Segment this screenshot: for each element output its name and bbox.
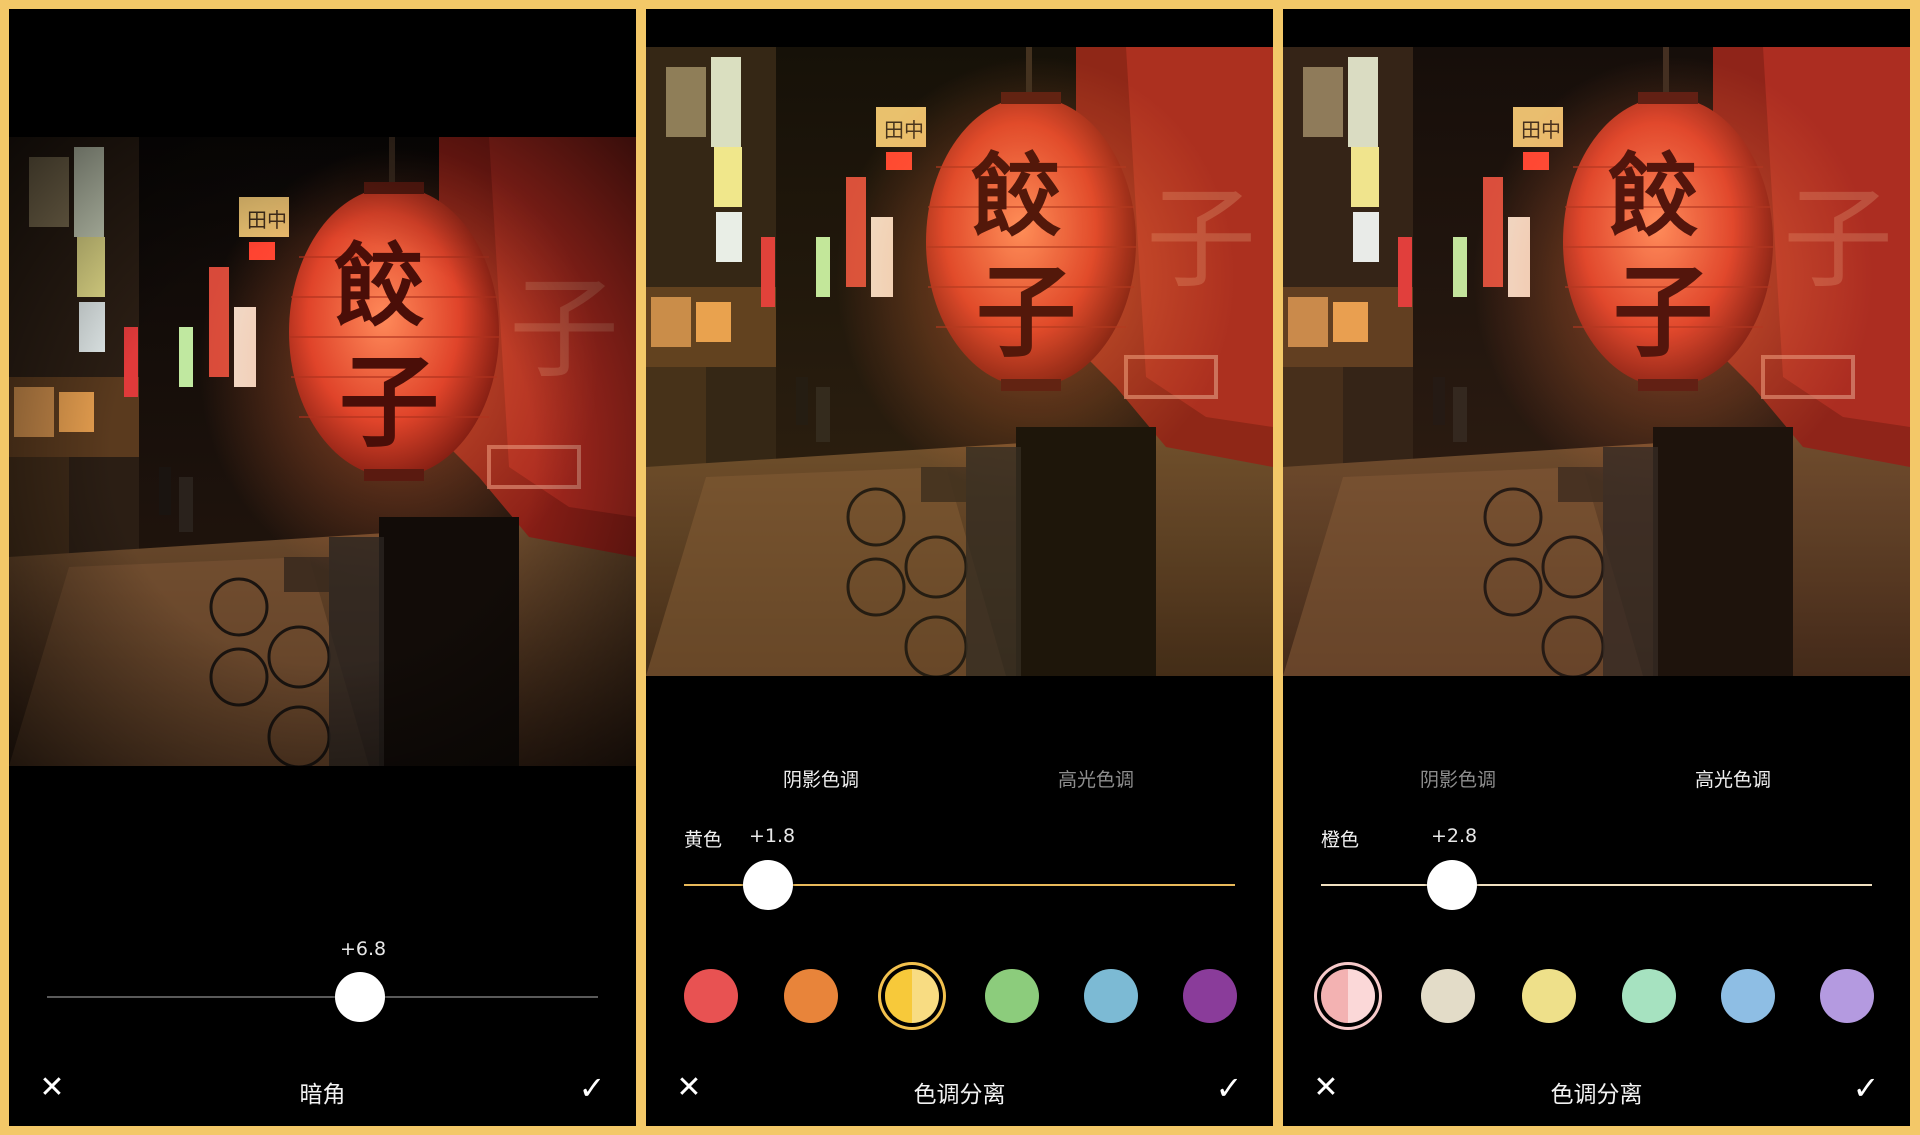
swatch-yellow[interactable] bbox=[885, 969, 939, 1023]
bottom-toolbar: ✕ 色调分离 ✓ bbox=[646, 1059, 1273, 1119]
vignette-slider-track[interactable] bbox=[47, 996, 598, 998]
tab-shadow-tone[interactable]: 阴影色调 bbox=[1420, 765, 1496, 792]
vignette-value: +6.8 bbox=[340, 938, 387, 960]
confirm-check-icon[interactable]: ✓ bbox=[1850, 1072, 1882, 1104]
photo-preview bbox=[646, 47, 1273, 676]
swatch-purple[interactable] bbox=[1183, 969, 1237, 1023]
photo-preview bbox=[9, 137, 636, 766]
split-tone-slider-knob[interactable] bbox=[1427, 860, 1477, 910]
bottom-toolbar: ✕ 色调分离 ✓ bbox=[1283, 1059, 1910, 1119]
tool-title: 暗角 bbox=[299, 1082, 346, 1108]
swatch-lavender[interactable] bbox=[1820, 969, 1874, 1023]
swatch-orange[interactable] bbox=[784, 969, 838, 1023]
swatch-light-yellow[interactable] bbox=[1522, 969, 1576, 1023]
tab-highlight-tone[interactable]: 高光色调 bbox=[1695, 765, 1771, 792]
split-tone-shadow-panel: 阴影色调 高光色调 黄色 +1.8 ✕ 色调分离 ✓ bbox=[646, 9, 1273, 1126]
confirm-check-icon[interactable]: ✓ bbox=[1213, 1072, 1245, 1104]
swatch-mint[interactable] bbox=[1622, 969, 1676, 1023]
selected-color-label: 橙色 bbox=[1321, 829, 1360, 851]
split-tone-slider-knob[interactable] bbox=[743, 860, 793, 910]
swatch-blue[interactable] bbox=[1084, 969, 1138, 1023]
swatch-beige[interactable] bbox=[1421, 969, 1475, 1023]
split-tone-slider-track[interactable] bbox=[1321, 884, 1872, 886]
tab-shadow-tone[interactable]: 阴影色调 bbox=[783, 765, 859, 792]
vignette-panel: +6.8 ✕ 暗角 ✓ bbox=[9, 9, 636, 1126]
swatch-light-blue[interactable] bbox=[1721, 969, 1775, 1023]
split-tone-value: +2.8 bbox=[1431, 825, 1478, 847]
selected-color-label: 黄色 bbox=[684, 829, 723, 851]
photo-preview bbox=[1283, 47, 1910, 676]
tab-highlight-tone[interactable]: 高光色调 bbox=[1058, 765, 1134, 792]
bottom-toolbar: ✕ 暗角 ✓ bbox=[9, 1059, 636, 1119]
vignette-slider-knob[interactable] bbox=[335, 972, 385, 1022]
tool-title: 色调分离 bbox=[913, 1082, 1006, 1108]
split-tone-highlight-panel: 阴影色调 高光色调 橙色 +2.8 ✕ 色调分离 ✓ bbox=[1283, 9, 1910, 1126]
split-tone-value: +1.8 bbox=[749, 825, 796, 847]
swatch-red[interactable] bbox=[684, 969, 738, 1023]
confirm-check-icon[interactable]: ✓ bbox=[576, 1072, 608, 1104]
tool-title: 色调分离 bbox=[1550, 1082, 1643, 1108]
swatch-pink[interactable] bbox=[1321, 969, 1375, 1023]
swatch-green[interactable] bbox=[985, 969, 1039, 1023]
